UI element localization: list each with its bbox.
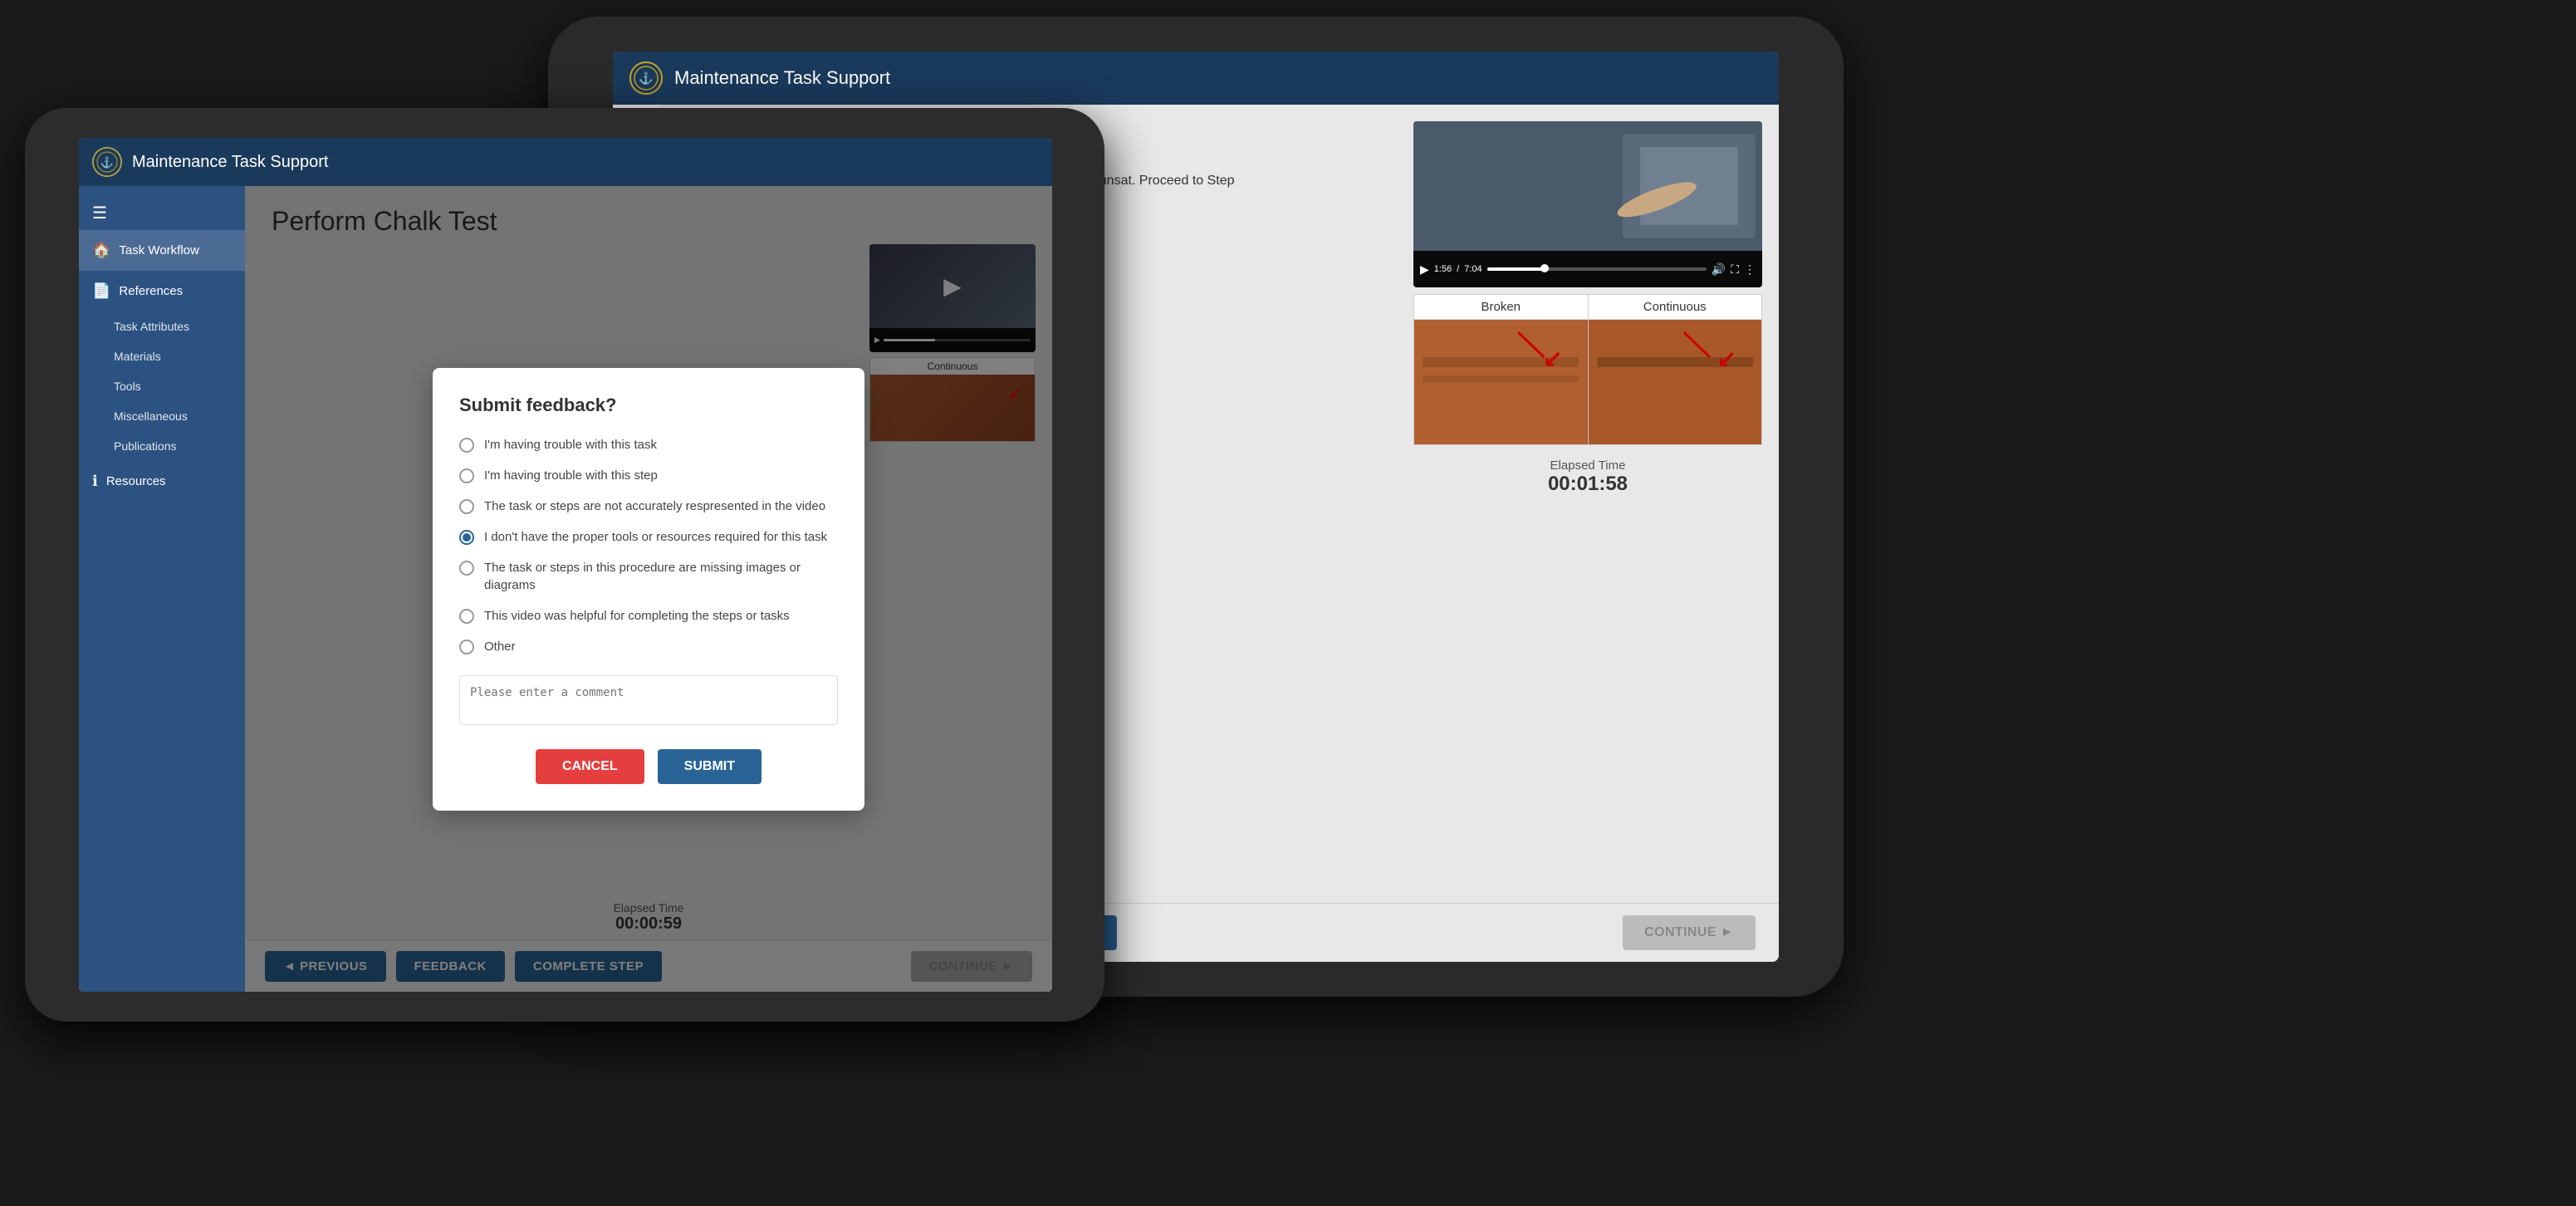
front-sidebar: ☰ 🏠 Task Workflow 📄 References Task Attr… [79,186,245,992]
radio-label-1: I'm having trouble with this task [484,436,657,453]
chalk-continuous-image: ↙ [1589,320,1762,444]
back-app-header: ⚓ Maintenance Task Support [613,51,1779,105]
radio-option-1[interactable]: I'm having trouble with this task [459,436,838,453]
radio-circle-1[interactable] [459,438,474,453]
radio-selected-dot-4 [463,533,471,542]
sidebar-label-resources: Resources [106,474,166,488]
radio-label-5: The task or steps in this procedure are … [484,559,838,594]
fullscreen-icon[interactable]: ⛶ [1731,262,1739,277]
svg-text:⚓: ⚓ [100,156,114,169]
front-navy-logo: ⚓ [92,147,122,177]
modal-title: Submit feedback? [459,395,838,416]
sidebar-sub-label-task-attributes: Task Attributes [114,320,189,333]
front-app-header: ⚓ Maintenance Task Support [79,138,1052,186]
back-header-title: Maintenance Task Support [674,67,890,89]
sidebar-sub-tools[interactable]: Tools [79,371,245,401]
chalk-broken-image: ↙ [1414,320,1588,444]
sidebar-sub-materials[interactable]: Materials [79,341,245,371]
chalk-continuous-arrow: ↙ [1717,345,1736,372]
sidebar-label-task-workflow: Task Workflow [119,243,198,257]
sidebar-item-references[interactable]: 📄 References [79,271,245,311]
radio-circle-5[interactable] [459,561,474,576]
radio-label-6: This video was helpful for completing th… [484,607,790,625]
back-elapsed-time: 00:01:58 [1413,473,1762,496]
chalk-broken-label: Broken [1414,295,1588,320]
radio-option-5[interactable]: The task or steps in this procedure are … [459,559,838,594]
radio-option-6[interactable]: This video was helpful for completing th… [459,607,838,625]
back-video-player[interactable]: ▶ 1:56 / 7:04 🔊 ⛶ ⋮ [1413,121,1762,287]
back-video-controls[interactable]: ▶ 1:56 / 7:04 🔊 ⛶ ⋮ [1413,251,1762,287]
radio-circle-7[interactable] [459,640,474,654]
radio-label-2: I'm having trouble with this step [484,467,658,484]
back-chalk-images: Broken ↙ [1413,294,1762,445]
radio-circle-4[interactable] [459,530,474,545]
info-icon: ℹ [92,473,98,490]
radio-circle-2[interactable] [459,468,474,483]
chalk-broken-arrow: ↙ [1543,345,1562,372]
radio-option-4[interactable]: I don't have the proper tools or resourc… [459,528,838,546]
home-icon: 🏠 [92,242,110,259]
radio-circle-6[interactable] [459,609,474,624]
video-total: 7:04 [1464,264,1481,274]
radio-option-3[interactable]: The task or steps are not accurately res… [459,498,838,515]
modal-buttons: CANCEL SUBMIT [459,749,838,784]
sidebar-sub-label-publications: Publications [114,439,177,453]
sidebar-sub-publications[interactable]: Publications [79,431,245,461]
document-icon: 📄 [92,282,110,300]
more-icon[interactable]: ⋮ [1744,262,1756,277]
sidebar-sub-task-attributes[interactable]: Task Attributes [79,311,245,341]
chalk-continuous-label: Continuous [1589,295,1762,320]
play-icon[interactable]: ▶ [1420,262,1429,277]
cancel-button[interactable]: CANCEL [536,749,644,784]
chalk-broken-section: Broken ↙ [1414,295,1589,444]
tablet-front-screen: ⚓ Maintenance Task Support ☰ 🏠 Task Work… [79,138,1052,992]
back-video-frame [1413,121,1762,251]
back-continue-button: CONTINUE ► [1623,915,1756,950]
sidebar-sub-label-tools: Tools [114,380,141,393]
video-time: 1:56 [1434,264,1452,274]
submit-button[interactable]: SUBMIT [658,749,762,784]
modal-overlay: Submit feedback? I'm having trouble with… [245,186,1052,992]
progress-dot [1540,264,1549,272]
radio-circle-3[interactable] [459,499,474,514]
front-app-body: ☰ 🏠 Task Workflow 📄 References Task Attr… [79,186,1052,992]
sidebar-label-references: References [119,284,183,298]
comment-input[interactable] [459,675,838,725]
progress-bar[interactable] [1487,267,1707,271]
tablet-front: ⚓ Maintenance Task Support ☰ 🏠 Task Work… [25,108,1104,1022]
sidebar-sub-miscellaneous[interactable]: Miscellaneous [79,401,245,431]
back-elapsed: Elapsed Time 00:01:58 [1413,458,1762,496]
sidebar-item-resources[interactable]: ℹ Resources [79,461,245,502]
front-main-content: Perform Chalk Test ▶ ▶ Con [245,186,1052,992]
radio-label-7: Other [484,638,516,655]
sidebar-item-task-workflow[interactable]: 🏠 Task Workflow [79,230,245,271]
chalk-continuous-section: Continuous ↙ [1589,295,1762,444]
back-elapsed-label: Elapsed Time [1413,458,1762,473]
svg-text:⚓: ⚓ [639,71,653,86]
front-header-title: Maintenance Task Support [132,153,328,172]
feedback-modal: Submit feedback? I'm having trouble with… [433,368,864,811]
radio-option-2[interactable]: I'm having trouble with this step [459,467,838,484]
radio-label-4: I don't have the proper tools or resourc… [484,528,827,546]
sidebar-sub-label-miscellaneous: Miscellaneous [114,409,188,423]
back-navy-logo: ⚓ [629,61,663,95]
volume-icon[interactable]: 🔊 [1712,262,1726,277]
progress-fill [1487,267,1549,271]
back-right-panel: ▶ 1:56 / 7:04 🔊 ⛶ ⋮ [1413,121,1762,496]
video-time-sep: / [1457,264,1459,274]
radio-option-7[interactable]: Other [459,638,838,655]
sidebar-sub-label-materials: Materials [114,350,161,363]
radio-label-3: The task or steps are not accurately res… [484,498,825,515]
front-hamburger[interactable]: ☰ [79,196,245,230]
